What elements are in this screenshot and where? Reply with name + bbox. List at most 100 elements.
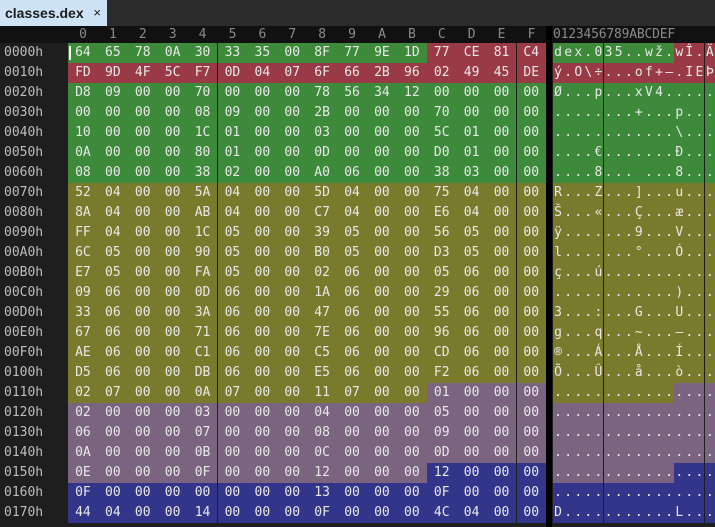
ascii-char[interactable]: . [694,263,705,283]
hex-byte[interactable]: 09 [217,103,248,123]
ascii-char[interactable]: . [593,503,604,523]
ascii-char[interactable]: . [664,483,675,503]
ascii-char[interactable]: . [684,263,695,283]
hex-byte[interactable]: 06 [217,363,248,383]
ascii-char[interactable]: . [563,483,574,503]
hex-byte[interactable]: 77 [426,43,457,63]
hex-byte[interactable]: 00 [247,83,278,103]
ascii-char[interactable]: . [684,163,695,183]
hex-byte[interactable]: 47 [307,303,338,323]
hex-byte[interactable]: 00 [396,143,427,163]
ascii-char[interactable]: . [553,403,564,423]
hex-byte[interactable]: 0A [157,43,188,63]
hex-byte[interactable]: 04 [337,203,367,223]
ascii-char[interactable]: Ø [553,83,564,103]
ascii-char[interactable]: . [704,143,715,163]
hex-byte[interactable]: 02 [68,403,98,423]
ascii-char[interactable]: . [684,463,695,483]
hex-byte[interactable]: 00 [367,263,397,283]
hex-byte[interactable]: 5A [187,183,218,203]
hex-byte[interactable]: 00 [127,443,158,463]
ascii-char[interactable]: 8 [593,163,604,183]
hex-byte[interactable]: 06 [97,363,128,383]
ascii-char[interactable]: . [603,363,614,383]
hex-byte[interactable]: 00 [367,223,397,243]
ascii-char[interactable]: D [553,503,564,523]
hex-byte[interactable]: 00 [486,243,517,263]
ascii-char[interactable]: Û [593,363,604,383]
ascii-char[interactable]: . [704,423,715,443]
hex-byte[interactable]: 55 [426,303,457,323]
ascii-char[interactable]: . [643,383,654,403]
ascii-char[interactable]: . [664,183,675,203]
hex-byte[interactable]: C4 [516,43,546,63]
hex-byte[interactable]: 00 [97,423,128,443]
ascii-char[interactable]: ) [674,283,685,303]
hex-byte[interactable]: 00 [247,243,278,263]
hex-byte[interactable]: 02 [217,163,248,183]
ascii-char[interactable]: . [643,143,654,163]
ascii-char[interactable]: . [623,363,634,383]
hex-byte[interactable]: 01 [217,123,248,143]
ascii-char[interactable]: . [563,223,574,243]
ascii-char[interactable]: . [613,243,624,263]
hex-byte[interactable]: 00 [337,143,367,163]
ascii-char[interactable]: . [603,183,614,203]
ascii-char[interactable]: . [573,443,584,463]
hex-byte[interactable]: 00 [157,103,188,123]
hex-byte[interactable]: 00 [367,303,397,323]
ascii-char[interactable]: . [603,143,614,163]
hex-byte[interactable]: 00 [516,223,546,243]
ascii-char[interactable]: . [674,263,685,283]
ascii-char[interactable]: . [694,303,705,323]
hex-byte[interactable]: 00 [486,463,517,483]
hex-byte[interactable]: 00 [367,363,397,383]
ascii-char[interactable]: . [643,483,654,503]
hex-byte[interactable]: 00 [97,463,128,483]
hex-byte[interactable]: 00 [396,383,427,403]
ascii-char[interactable]: . [643,403,654,423]
ascii-char[interactable]: . [704,203,715,223]
hex-byte[interactable]: 06 [456,263,487,283]
ascii-char[interactable]: . [583,223,594,243]
hex-byte[interactable]: 05 [217,263,248,283]
hex-byte[interactable]: 00 [396,483,427,503]
hex-byte[interactable]: 80 [187,143,218,163]
ascii-char[interactable]: . [573,83,584,103]
ascii-char[interactable]: . [623,263,634,283]
hex-byte[interactable]: 00 [367,403,397,423]
ascii-char[interactable]: . [563,203,574,223]
hex-byte[interactable]: 00 [516,503,546,523]
hex-byte[interactable]: 8A [68,203,98,223]
hex-byte[interactable]: 4C [426,503,457,523]
ascii-char[interactable]: . [563,103,574,123]
hex-byte[interactable]: 64 [68,43,98,63]
ascii-char[interactable]: . [684,503,695,523]
hex-byte[interactable]: 06 [337,283,367,303]
hex-byte[interactable]: 00 [157,503,188,523]
hex-byte[interactable]: 49 [456,63,487,83]
ascii-char[interactable]: . [633,123,644,143]
hex-byte[interactable]: D0 [426,143,457,163]
ascii-char[interactable]: . [563,63,574,83]
hex-byte[interactable]: 10 [68,123,98,143]
hex-byte[interactable]: C1 [187,343,218,363]
ascii-char[interactable]: . [694,283,705,303]
hex-byte[interactable]: 00 [337,463,367,483]
ascii-char[interactable]: e [563,43,574,63]
ascii-char[interactable]: . [613,283,624,303]
ascii-char[interactable]: . [684,83,695,103]
hex-byte[interactable]: 39 [307,223,338,243]
ascii-char[interactable]: . [664,143,675,163]
hex-byte[interactable]: 00 [127,103,158,123]
hex-byte[interactable]: 00 [516,443,546,463]
hex-byte[interactable]: 00 [127,83,158,103]
ascii-char[interactable]: ÷ [593,63,604,83]
ascii-char[interactable]: . [613,423,624,443]
hex-byte[interactable]: 90 [187,243,218,263]
ascii-char[interactable]: Å [633,343,644,363]
hex-byte[interactable]: 96 [396,63,427,83]
ascii-char[interactable]: . [654,503,665,523]
hex-byte[interactable]: FA [187,263,218,283]
hex-byte[interactable]: 00 [247,183,278,203]
